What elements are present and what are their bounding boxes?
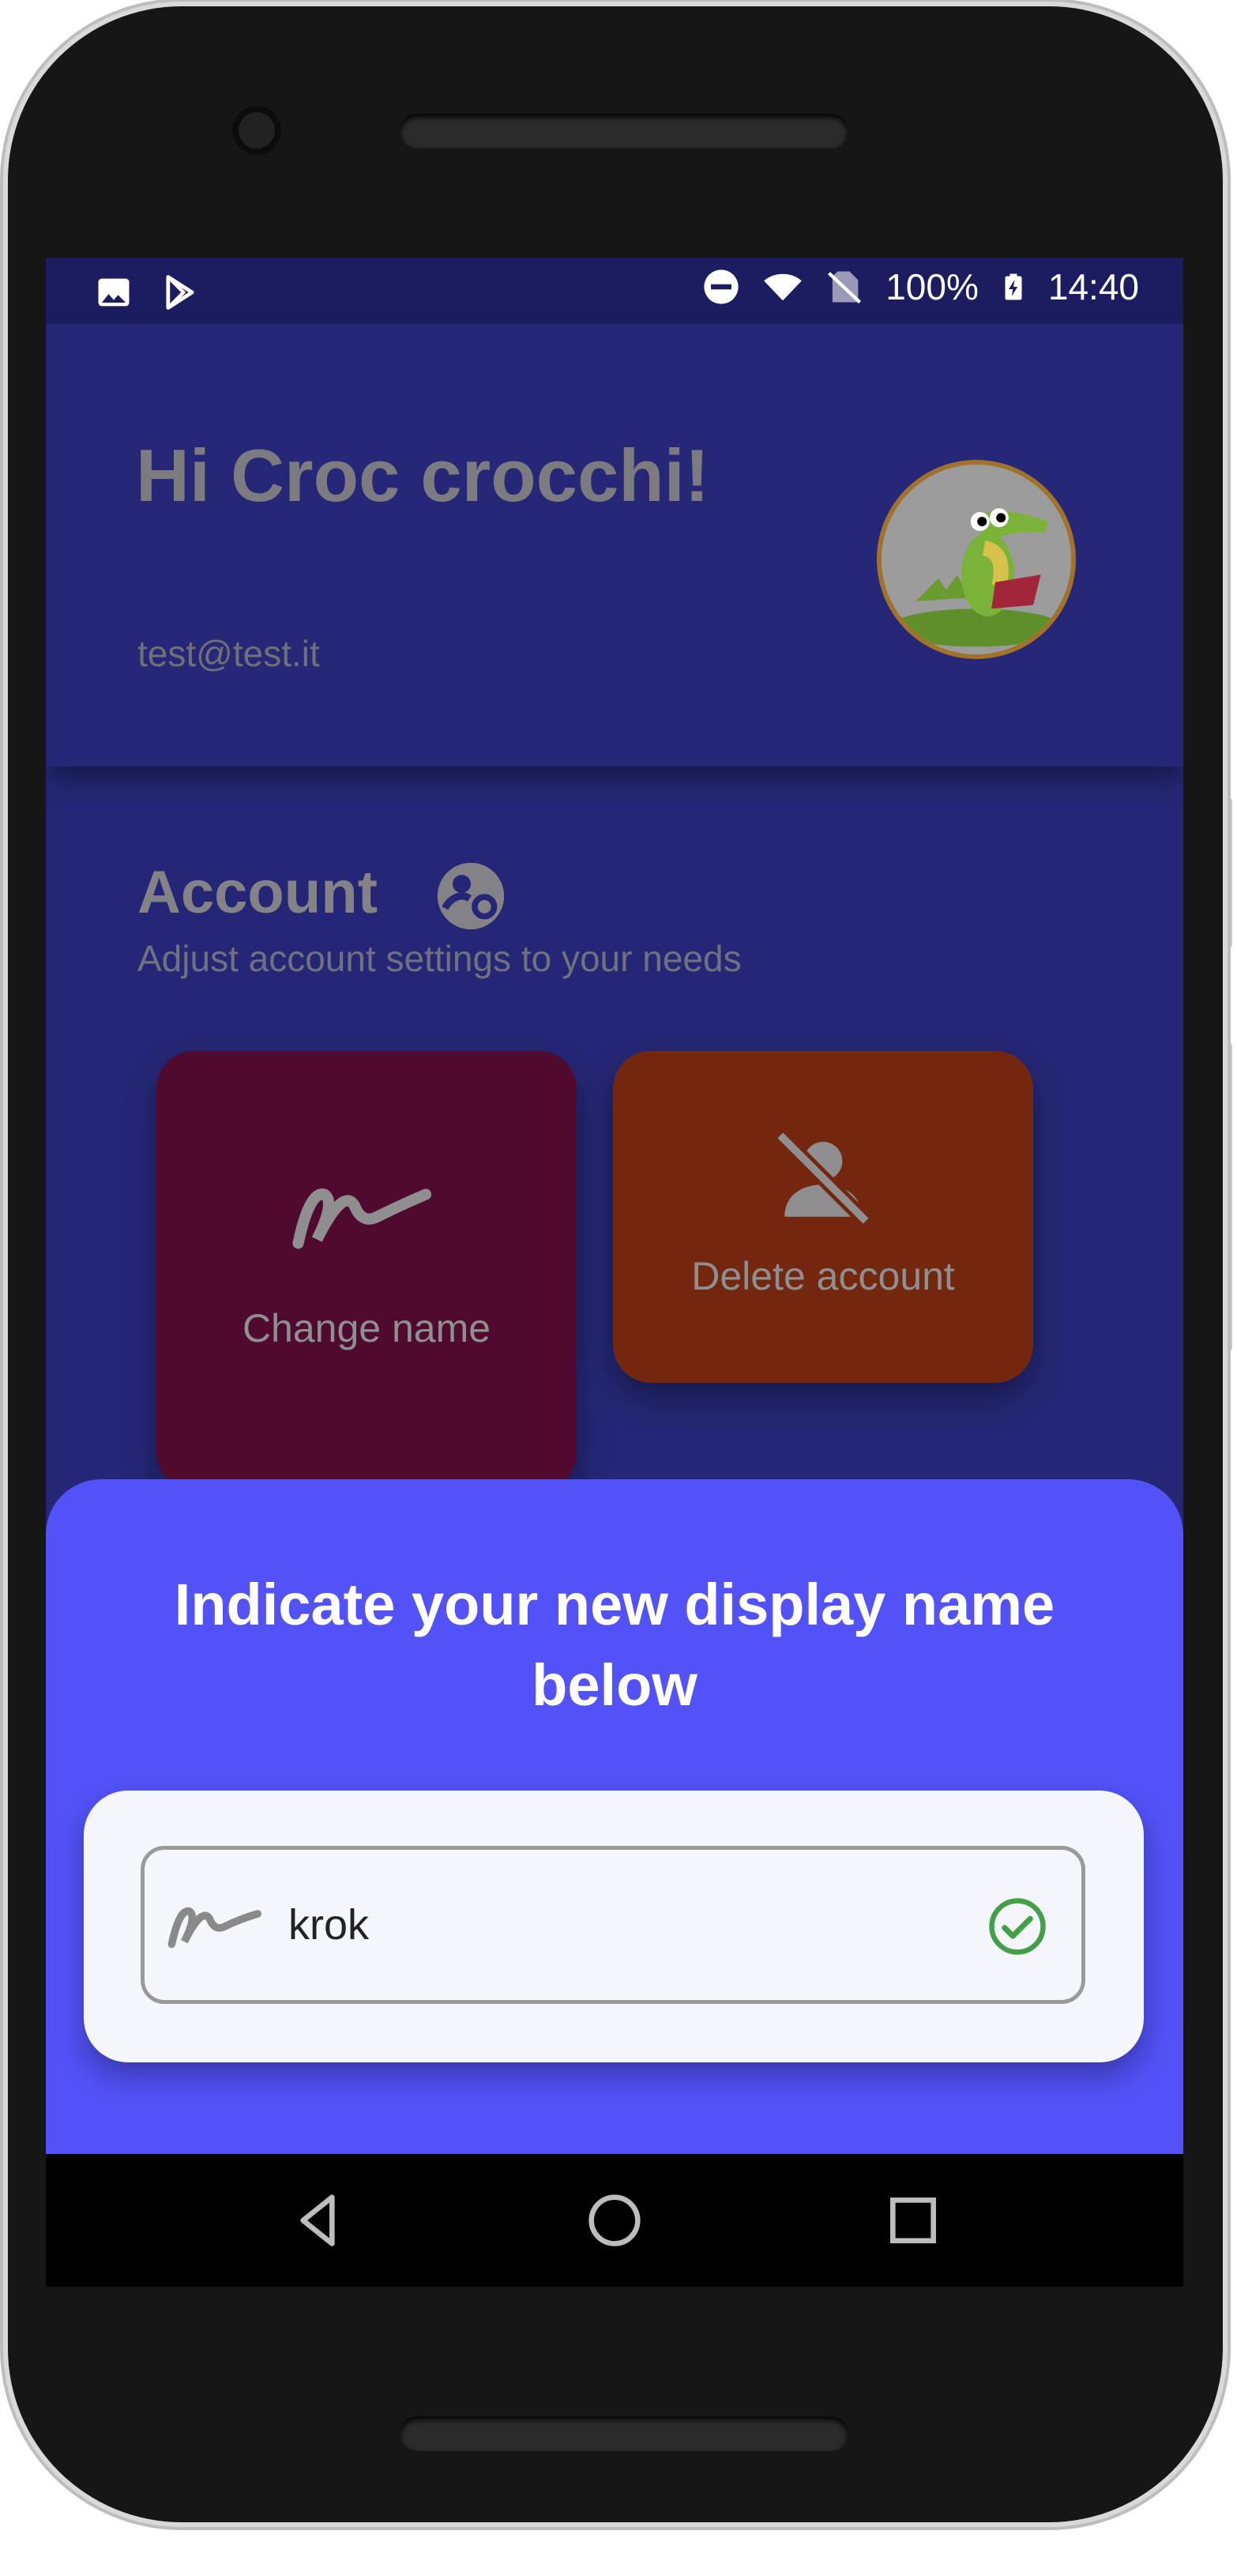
wifi-icon [764,273,803,301]
display-name-input[interactable] [287,1885,938,1965]
do-not-disturb-icon [704,269,739,304]
gallery-icon [98,278,130,307]
rename-card [84,1791,1144,2062]
profile-header: Hi Croc crocchi! test@test.it [46,324,1183,766]
home-icon[interactable] [580,2186,649,2255]
greeting-title: Hi Croc crocchi! [136,434,710,517]
back-icon[interactable] [283,2186,352,2255]
phone-frame: 100% 14:40 Hi Croc crocchi! test@test.it [8,6,1223,2522]
battery-percentage: 100% [885,266,979,307]
account-section-subtitle: Adjust account settings to your needs [137,938,742,979]
top-speaker [400,114,848,149]
person-off-icon [774,1129,872,1227]
status-bar: 100% 14:40 [46,258,1183,324]
avatar[interactable] [877,460,1076,659]
user-email: test@test.it [137,633,320,674]
crocodile-avatar [882,465,1071,654]
check-circle-icon [989,1898,1046,1955]
app-screen: 100% 14:40 Hi Croc crocchi! test@test.it [46,258,1183,2287]
navigation-bar [46,2154,1183,2287]
change-name-button[interactable]: Change name [156,1051,577,1490]
change-name-label: Change name [242,1306,491,1350]
signature-icon [292,1188,432,1249]
clock: 14:40 [1047,266,1139,307]
battery-charging-icon [1005,273,1022,300]
front-camera [232,106,281,155]
power-button [1226,798,1232,948]
delete-account-button[interactable]: Delete account [613,1051,1033,1383]
account-settings-icon [437,862,505,930]
volume-button [1226,1043,1232,1351]
recents-icon[interactable] [878,2186,948,2255]
signature-icon [167,1907,261,1949]
rename-dialog-title: Indicate your new display name below [174,1572,1055,1718]
no-sim-icon [828,271,862,304]
play-store-icon [166,275,194,310]
bottom-speaker [400,2416,848,2451]
account-section-title: Account [137,859,378,926]
display-name-field[interactable] [141,1846,1085,2004]
delete-account-label: Delete account [691,1254,955,1298]
